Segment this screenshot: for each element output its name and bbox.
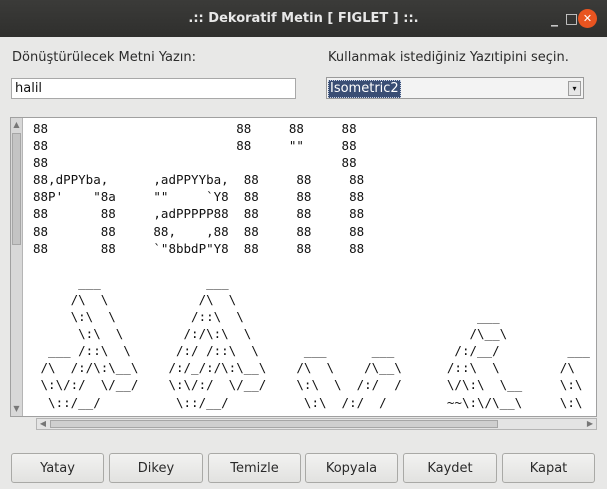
font-select-label: Kullanmak istediğiniz Yazıtipini seçin. [328,50,569,65]
vertical-button[interactable]: Dikey [109,453,203,483]
figlet-output-text[interactable]: 88 88 88 88 88 88 "" 88 88 88 88,dPPYba,… [33,120,596,412]
window-title: .:: Dekoratif Metin [ FIGLET ] ::. [188,11,419,26]
output-area[interactable]: ▲ ▼ 88 88 88 88 88 88 "" 88 88 88 88,dPP… [10,117,597,417]
copy-button[interactable]: Kopyala [305,453,398,483]
clear-button[interactable]: Temizle [208,453,301,483]
vertical-scroll-thumb[interactable] [12,133,21,245]
scroll-down-icon[interactable]: ▼ [11,403,22,415]
scroll-left-icon[interactable]: ◀ [37,419,49,429]
horizontal-scroll-thumb[interactable] [50,420,498,428]
save-button[interactable]: Kaydet [403,453,497,483]
text-input[interactable] [11,78,296,99]
close-icon[interactable]: ✕ [578,9,597,28]
scroll-up-icon[interactable]: ▲ [11,119,22,131]
scroll-right-icon[interactable]: ▶ [584,419,596,429]
horizontal-scrollbar[interactable]: ◀ ▶ [36,418,597,430]
title-bar: .:: Dekoratif Metin [ FIGLET ] ::. _ □ ✕ [0,0,607,37]
chevron-down-icon[interactable]: ▾ [568,81,581,96]
font-select-value: Isometric2 [328,80,401,98]
vertical-scrollbar[interactable]: ▲ ▼ [11,118,23,416]
close-button[interactable]: Kapat [502,453,595,483]
horizontal-button[interactable]: Yatay [11,453,104,483]
input-label: Dönüştürülecek Metni Yazın: [12,50,197,65]
font-select[interactable]: Isometric2 ▾ [326,77,584,99]
